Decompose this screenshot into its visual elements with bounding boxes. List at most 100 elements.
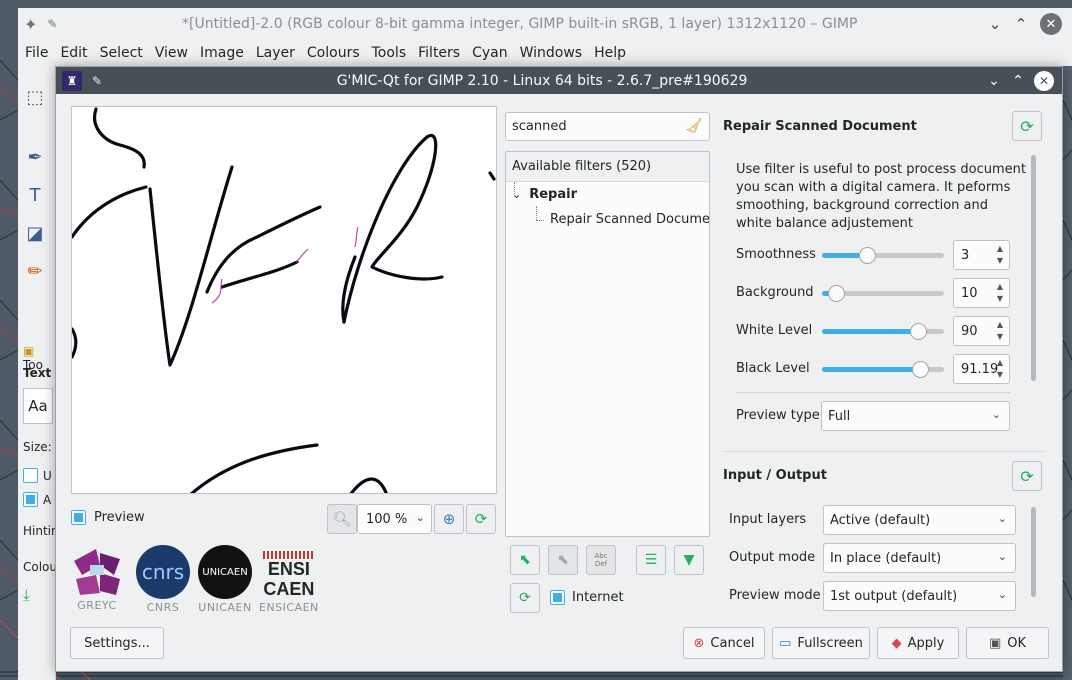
rename-fave-button[interactable]: Abc Def bbox=[586, 545, 616, 575]
preview-mode-select[interactable]: 1st output (default) ⌄ bbox=[823, 581, 1016, 611]
input-layers-select[interactable]: Active (default) ⌄ bbox=[823, 505, 1016, 535]
filter-item-repair-scanned-document[interactable]: Repair Scanned Document bbox=[550, 212, 709, 227]
tree-guide bbox=[536, 206, 537, 220]
use-editor-option[interactable]: U bbox=[23, 468, 52, 483]
fullscreen-button[interactable]: ▭ Fullscreen bbox=[772, 627, 870, 659]
apply-button[interactable]: ◆ Apply bbox=[877, 627, 959, 659]
clear-search-icon[interactable]: 🧹︎ bbox=[685, 118, 703, 134]
internet-option[interactable]: Internet bbox=[550, 590, 624, 605]
preview-image bbox=[72, 107, 496, 493]
preview-type-select[interactable]: Full ⌄ bbox=[821, 401, 1010, 431]
spin-arrows-icon[interactable]: ▲ ▼ bbox=[994, 357, 1006, 381]
close-icon[interactable]: ✕ bbox=[1040, 13, 1062, 35]
white-level-slider[interactable] bbox=[822, 323, 944, 340]
pin-icon[interactable]: ✎ bbox=[92, 74, 102, 88]
update-filters-button[interactable]: ⟳ bbox=[510, 583, 540, 613]
background-spinbox[interactable]: 10 ▲ ▼ bbox=[953, 278, 1010, 308]
antialias-checkbox[interactable] bbox=[23, 492, 38, 507]
spin-arrows-icon[interactable]: ▲ ▼ bbox=[994, 281, 1006, 305]
menu-tools[interactable]: Tools bbox=[372, 45, 407, 61]
preview-canvas[interactable] bbox=[71, 106, 497, 494]
filter-search-input[interactable]: scanned 🧹︎ bbox=[505, 112, 710, 141]
menu-edit[interactable]: Edit bbox=[60, 45, 87, 61]
separator bbox=[723, 451, 1043, 452]
settings-button[interactable]: Settings... bbox=[70, 627, 164, 659]
menu-view[interactable]: View bbox=[155, 45, 188, 61]
logo-caption: ENSICAEN bbox=[259, 601, 319, 614]
maximize-icon[interactable]: ⌃ bbox=[1008, 11, 1034, 37]
menu-help[interactable]: Help bbox=[594, 45, 626, 61]
zoom-in-button[interactable]: ⊕ bbox=[434, 504, 464, 534]
slider-handle[interactable] bbox=[858, 247, 876, 264]
unicaen-logo: UNICAEN UNICAEN bbox=[198, 545, 252, 617]
antialias-option[interactable]: A bbox=[23, 492, 51, 507]
spin-arrows-icon[interactable]: ▲ ▼ bbox=[994, 243, 1006, 267]
smoothness-slider[interactable] bbox=[822, 247, 944, 264]
text-tool-icon[interactable]: T bbox=[22, 182, 48, 208]
download-filters-button[interactable]: ▼ bbox=[674, 545, 704, 575]
menu-file[interactable]: File bbox=[25, 45, 48, 61]
reset-io-button[interactable]: ⟳ bbox=[1012, 461, 1042, 491]
menu-filters[interactable]: Filters bbox=[418, 45, 460, 61]
font-sample-button[interactable]: Aa bbox=[23, 388, 53, 424]
slider-handle[interactable] bbox=[828, 285, 846, 302]
zoom-select[interactable]: 100 % ⌄ bbox=[357, 504, 432, 534]
slider-fill bbox=[822, 329, 919, 334]
minimize-icon[interactable]: ⌄ bbox=[982, 69, 1006, 93]
menu-layer[interactable]: Layer bbox=[256, 45, 295, 61]
ensicaen-bars bbox=[262, 551, 315, 559]
download-icon: ▼ bbox=[683, 552, 695, 568]
reset-params-button[interactable]: ⟳ bbox=[1012, 111, 1042, 141]
menu-colours[interactable]: Colours bbox=[307, 45, 360, 61]
pencil-icon[interactable]: ✏ bbox=[22, 258, 48, 284]
remove-fave-button[interactable]: ⬉ bbox=[548, 545, 578, 575]
spin-value: 90 bbox=[961, 323, 978, 339]
menu-image[interactable]: Image bbox=[200, 45, 244, 61]
gimp-titlebar[interactable]: ✦ ✎ *[Untitled]-2.0 (RGB colour 8-bit ga… bbox=[18, 8, 1072, 40]
pin-icon[interactable]: ✎ bbox=[47, 17, 57, 31]
slider-handle[interactable] bbox=[910, 323, 928, 340]
cancel-label: Cancel bbox=[710, 635, 755, 651]
rect-select-icon[interactable]: ⬚ bbox=[22, 84, 48, 110]
dialog-titlebar[interactable]: ♜ ✎ G'MIC-Qt for GIMP 2.10 - Linux 64 bi… bbox=[56, 67, 1062, 94]
close-icon[interactable]: ✕ bbox=[1034, 70, 1054, 91]
black-level-slider[interactable] bbox=[822, 361, 944, 378]
filter-category-repair[interactable]: ⌄ Repair bbox=[512, 187, 577, 202]
white-level-spinbox[interactable]: 90 ▲ ▼ bbox=[953, 316, 1010, 346]
preview-checkbox[interactable] bbox=[71, 510, 86, 525]
preview-option[interactable]: Preview bbox=[71, 510, 145, 525]
filter-tree[interactable]: Available filters (520) ⌄ Repair Repair … bbox=[505, 151, 710, 537]
chevron-down-icon: ⌄ bbox=[991, 408, 1001, 421]
internet-checkbox[interactable] bbox=[550, 590, 565, 605]
params-scrollbar[interactable] bbox=[1031, 155, 1036, 381]
gimp-window-title: *[Untitled]-2.0 (RGB colour 8-bit gamma … bbox=[182, 16, 858, 32]
bucket-fill-icon[interactable]: ◪ bbox=[22, 220, 48, 246]
add-fave-button[interactable]: ⬉ bbox=[510, 545, 540, 575]
tree-guide bbox=[536, 220, 544, 221]
chevron-down-icon: ⌄ bbox=[997, 550, 1007, 563]
menu-select[interactable]: Select bbox=[100, 45, 143, 61]
maximize-icon[interactable]: ⌃ bbox=[1006, 69, 1030, 93]
slider-handle[interactable] bbox=[912, 361, 930, 378]
spin-value: 10 bbox=[961, 285, 978, 301]
menu-windows[interactable]: Windows bbox=[520, 45, 583, 61]
use-editor-checkbox[interactable] bbox=[23, 468, 38, 483]
expand-all-button[interactable]: ☰ bbox=[636, 545, 666, 575]
preview-label: Preview bbox=[94, 510, 145, 525]
background-slider[interactable] bbox=[822, 285, 944, 302]
io-scrollbar[interactable] bbox=[1031, 507, 1036, 597]
black-level-label: Black Level bbox=[736, 361, 810, 376]
cancel-button[interactable]: ⊗ Cancel bbox=[683, 627, 765, 659]
ok-icon: ▣ bbox=[988, 635, 1002, 651]
ok-button[interactable]: ▣ OK bbox=[966, 627, 1049, 659]
zoom-out-button[interactable]: 🔍︎ bbox=[327, 504, 357, 534]
reset-icon[interactable]: ⤓ bbox=[23, 586, 30, 604]
smoothness-spinbox[interactable]: 3 ▲ ▼ bbox=[953, 240, 1010, 270]
refresh-preview-button[interactable]: ⟳ bbox=[466, 504, 496, 534]
output-mode-select[interactable]: In place (default) ⌄ bbox=[823, 543, 1016, 573]
spin-arrows-icon[interactable]: ▲ ▼ bbox=[994, 319, 1006, 343]
minimize-icon[interactable]: ⌄ bbox=[982, 11, 1008, 37]
paths-tool-icon[interactable]: ✒ bbox=[22, 144, 48, 170]
black-level-spinbox[interactable]: 91.19 ▲ ▼ bbox=[953, 354, 1010, 384]
menu-cyan[interactable]: Cyan bbox=[472, 45, 508, 61]
